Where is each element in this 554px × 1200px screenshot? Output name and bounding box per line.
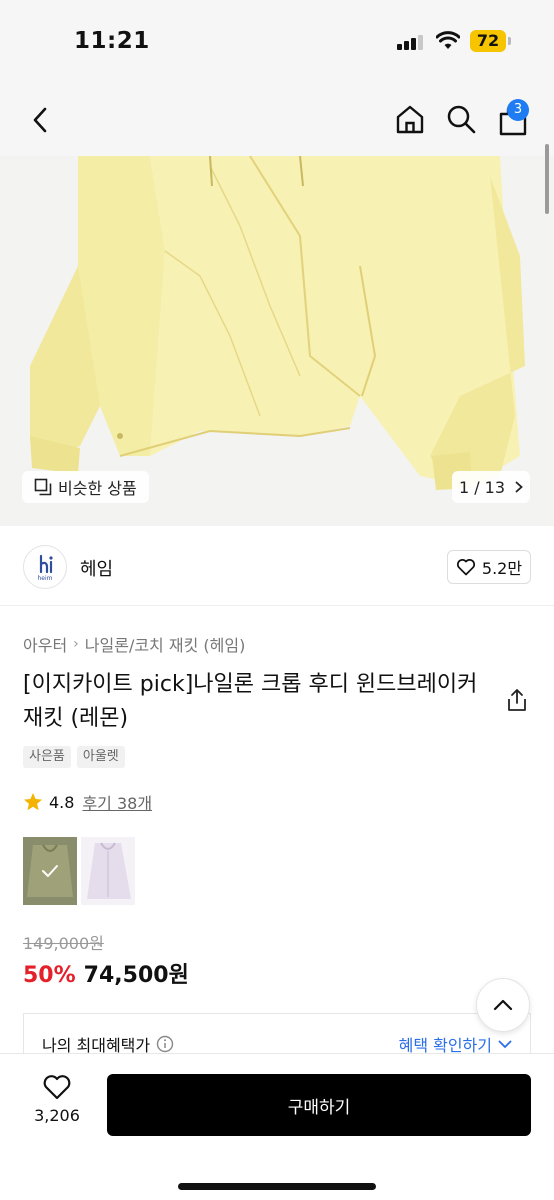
tag-outlet: 아울렛 (76, 746, 125, 768)
chevron-down-icon (498, 1040, 512, 1048)
wishlist-count: 3,206 (34, 1106, 80, 1125)
breadcrumb-item-category[interactable]: 나일론/코치 재킷 (헤임) (85, 632, 246, 656)
brand-row: heim 헤임 5.2만 (0, 526, 554, 606)
wifi-icon (435, 31, 461, 55)
search-button[interactable] (442, 100, 480, 138)
brand-like-button[interactable]: 5.2만 (447, 550, 531, 584)
discount-rate: 50% (23, 963, 76, 988)
image-page-counter[interactable]: 1 / 13 (452, 471, 530, 503)
chevron-right-icon (515, 481, 523, 493)
info-icon[interactable] (156, 1035, 174, 1053)
similar-products-button[interactable]: 비슷한 상품 (22, 471, 149, 503)
scroll-to-top-button[interactable] (476, 978, 530, 1032)
selected-check (23, 837, 77, 905)
chevron-right-icon: › (73, 636, 79, 652)
sale-price: 74,500원 (83, 963, 189, 988)
search-icon (447, 105, 476, 134)
chevron-left-icon (33, 107, 47, 133)
swatch-thumbnail-lilac (87, 842, 131, 899)
brand-name[interactable]: 헤임 (80, 555, 113, 581)
copy-icon (34, 478, 52, 496)
similar-products-label: 비슷한 상품 (58, 479, 137, 498)
home-indicator (178, 1183, 376, 1190)
share-button[interactable] (504, 687, 530, 713)
product-tags: 사은품 아울렛 (23, 746, 125, 768)
color-options (23, 837, 135, 905)
brand-logo-text: heim (37, 575, 52, 582)
breadcrumb: 아우터 › 나일론/코치 재킷 (헤임) (23, 632, 245, 656)
battery-tip (508, 37, 511, 45)
top-nav (0, 86, 554, 156)
original-price: 149,000원 (23, 934, 104, 953)
star-icon (24, 793, 42, 811)
status-bar: 11:21 72 (0, 0, 554, 86)
heart-icon (43, 1075, 71, 1100)
brand-logo-mark: heim (37, 554, 53, 582)
page-scrollbar[interactable] (545, 144, 549, 214)
home-icon (396, 105, 424, 134)
page-counter-text: 1 / 13 (458, 477, 506, 497)
color-option-lilac[interactable] (81, 837, 135, 905)
cart-count-badge: 3 (507, 99, 529, 121)
breadcrumb-item-outer[interactable]: 아우터 (23, 632, 67, 656)
chevron-up-icon (493, 999, 513, 1011)
buy-button[interactable]: 구매하기 (107, 1074, 531, 1136)
check-icon (42, 865, 58, 877)
rating-row: 4.8 후기 38개 (23, 790, 152, 814)
brand-like-count: 5.2만 (481, 559, 523, 578)
home-button[interactable] (391, 100, 429, 138)
battery-indicator: 72 (470, 30, 506, 52)
brand-logo[interactable]: heim (23, 545, 67, 589)
wishlist-button[interactable]: 3,206 (22, 1074, 92, 1144)
status-time: 11:21 (74, 28, 150, 54)
rating-value: 4.8 (49, 792, 75, 812)
tag-gift: 사은품 (23, 746, 71, 768)
share-icon (508, 689, 526, 711)
back-button[interactable] (22, 102, 58, 138)
product-title: [이지카이트 pick]나일론 크롭 후디 윈드브레이커 재킷 (레몬) (23, 672, 478, 731)
product-image-gallery[interactable]: 비슷한 상품 1 / 13 (0, 156, 554, 526)
price-row: 50% 74,500원 (23, 957, 189, 989)
review-link[interactable]: 후기 38개 (82, 790, 152, 814)
bottom-action-bar: 3,206 구매하기 (0, 1053, 554, 1200)
color-option-olive[interactable] (23, 837, 77, 905)
signal-icon (397, 34, 425, 50)
heart-icon (456, 559, 475, 576)
